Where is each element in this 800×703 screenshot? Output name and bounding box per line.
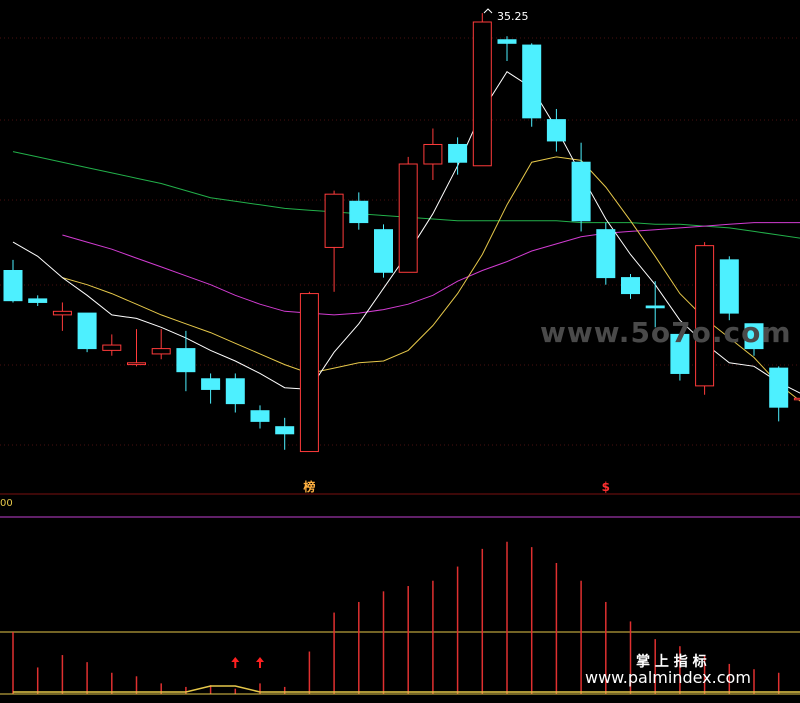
candle-body	[3, 270, 23, 302]
candle-body	[423, 143, 443, 165]
candle-body	[52, 310, 72, 316]
candle-body	[522, 44, 542, 119]
candle-body	[398, 163, 418, 273]
candle-body	[596, 229, 616, 279]
candle-body	[349, 200, 369, 224]
candle-body	[719, 259, 739, 314]
candle-body	[374, 229, 393, 273]
candle	[398, 156, 418, 273]
center-watermark: www.5o7o.com	[540, 316, 792, 349]
candle-body	[151, 348, 171, 355]
candle	[719, 256, 739, 321]
candle-body	[793, 397, 800, 401]
event-marker: $	[602, 480, 610, 494]
candle-body	[102, 344, 122, 351]
candle-body	[201, 378, 221, 390]
candle-body	[275, 426, 295, 435]
candle-body	[472, 21, 492, 167]
candle-body	[77, 312, 97, 350]
candle-body	[621, 277, 640, 295]
candle	[374, 224, 393, 278]
candle-body	[225, 378, 245, 405]
candle	[522, 43, 542, 127]
candle	[472, 13, 492, 167]
event-marker: 榜	[303, 479, 315, 494]
candle	[596, 222, 616, 285]
stock-chart: 35.25 www.5o7o.com 榜 $ 00 掌 上 指 标 www.pal…	[0, 0, 800, 703]
candle-body	[250, 410, 270, 422]
candle-body	[176, 348, 196, 373]
high-price-label: 35.25	[497, 10, 529, 23]
candle-body	[645, 305, 665, 309]
candle-body	[546, 119, 566, 142]
candle	[299, 291, 319, 453]
candle-body	[28, 298, 48, 303]
candle-body	[324, 193, 344, 248]
candle-body	[571, 161, 591, 222]
watermark-url: www.palmindex.com	[585, 668, 751, 687]
candle-body	[497, 39, 517, 44]
candle-body	[448, 143, 468, 163]
candle-body	[127, 362, 146, 366]
sub-axis-label: 00	[0, 498, 13, 509]
candle-body	[769, 367, 789, 408]
candle-body	[299, 293, 319, 453]
candle	[77, 312, 97, 353]
